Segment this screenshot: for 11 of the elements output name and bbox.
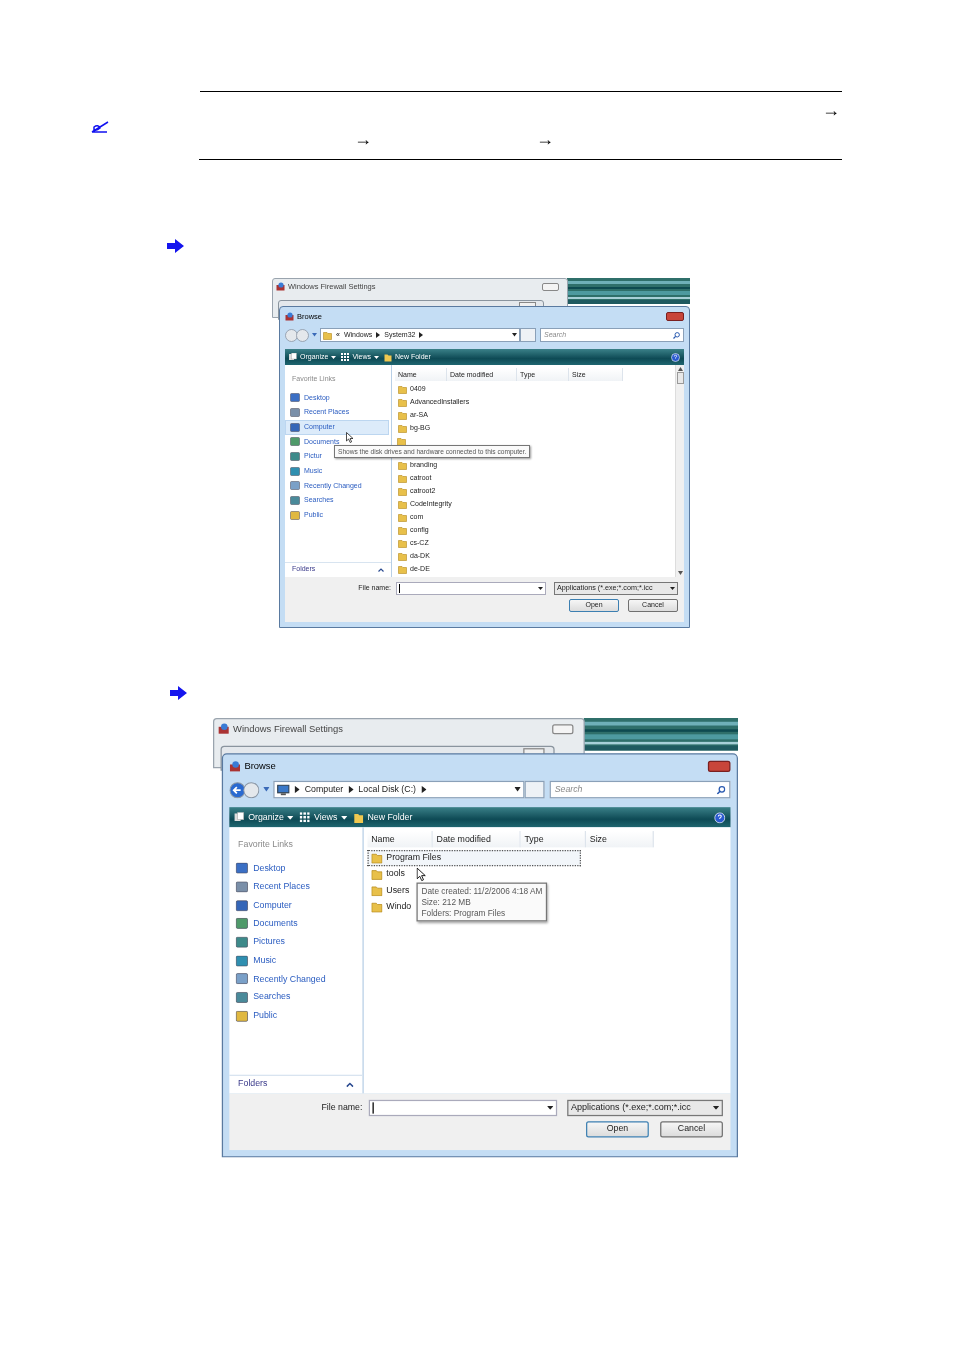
tooltip-text: Folders: Program Files	[421, 907, 507, 919]
arrow: →	[536, 129, 554, 149]
tooltip-text: Date created: 11/2/2006 4:18 AM	[421, 885, 543, 897]
section-heading: Favorite Links	[237, 838, 294, 851]
placeholder: Search	[554, 783, 583, 796]
tooltip-text: Size: 212 MB	[421, 896, 472, 908]
arrow: →	[354, 129, 372, 149]
window-title: Windows Firewall Settings	[233, 722, 344, 736]
field-label: File name:	[321, 1101, 363, 1114]
arrow: →	[822, 100, 840, 120]
window-title: Browse	[244, 759, 276, 774]
